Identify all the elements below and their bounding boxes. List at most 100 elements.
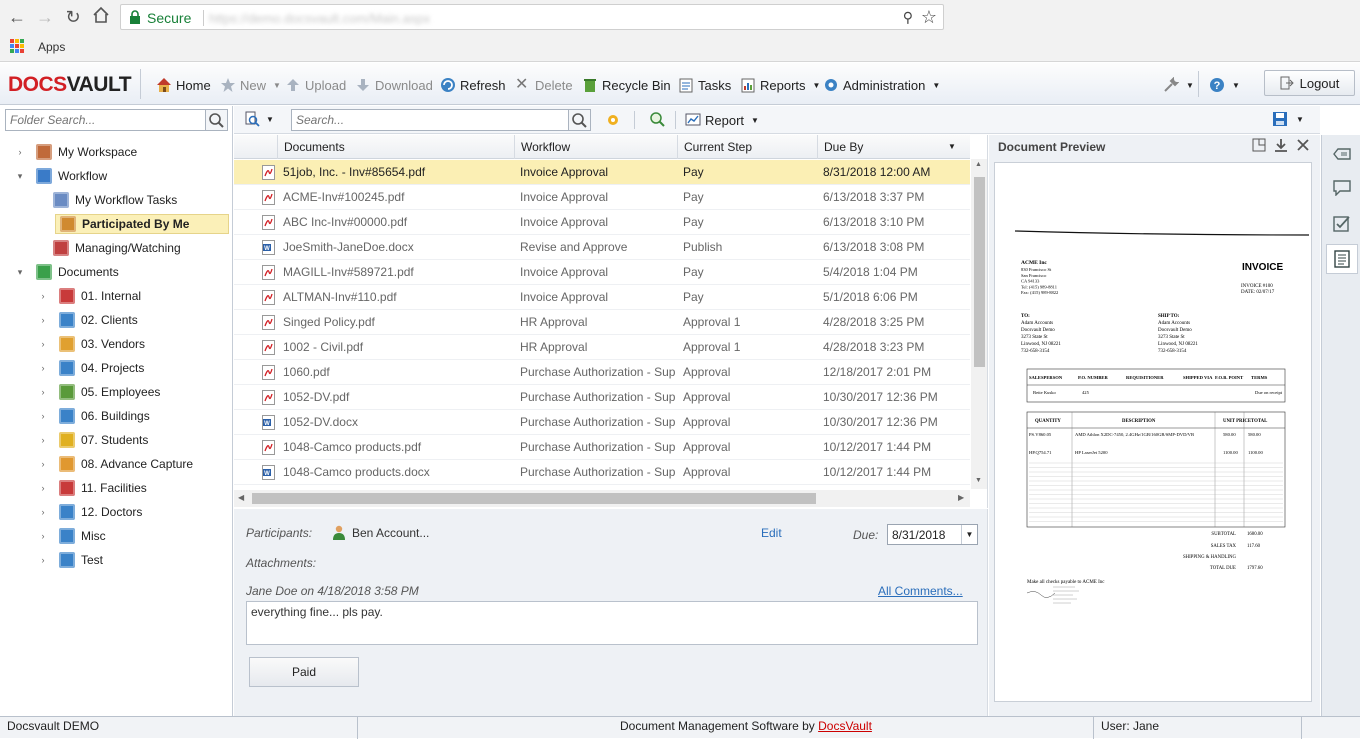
scroll-up-icon[interactable]: ▲	[975, 161, 982, 168]
table-row[interactable]: W 1052-DV.docx Purchase Authorization - Su…	[234, 410, 970, 435]
document-search-button[interactable]	[568, 110, 590, 130]
vertical-scroll-thumb[interactable]	[974, 177, 985, 367]
apps-grid-icon[interactable]	[10, 39, 24, 53]
tree-item[interactable]: › Test	[37, 550, 103, 570]
tree-item[interactable]: › 07. Students	[37, 430, 148, 450]
chevron-right-icon[interactable]: ›	[37, 339, 49, 349]
tree-item[interactable]: › 06. Buildings	[37, 406, 150, 426]
url-text[interactable]: https://demo.docsvault.com/Main.aspx	[209, 11, 430, 26]
table-row[interactable]: ACME-Inv#100245.pdf Invoice Approval Pay 6/…	[234, 185, 970, 210]
preview-tab[interactable]	[1326, 244, 1358, 274]
table-row[interactable]: MAGILL-Inv#589721.pdf Invoice Approval Pay…	[234, 260, 970, 285]
column-documents[interactable]: Documents	[277, 135, 514, 159]
due-date-dropdown-icon[interactable]: ▼	[961, 525, 977, 544]
reports-menu[interactable]: Reports ▼	[740, 76, 820, 94]
search-options-button[interactable]: ▼	[244, 111, 274, 127]
key-icon[interactable]: ⚲	[903, 9, 913, 26]
chevron-right-icon[interactable]: ›	[37, 387, 49, 397]
horizontal-scroll-thumb[interactable]	[252, 493, 816, 504]
home-button[interactable]: Home	[156, 76, 211, 94]
chevron-right-icon[interactable]: ›	[37, 411, 49, 421]
zoom-search-icon[interactable]	[649, 111, 665, 128]
tree-item[interactable]: › 02. Clients	[37, 310, 138, 330]
chevron-down-icon[interactable]: ▾	[14, 171, 26, 182]
tasks-tab[interactable]	[1326, 209, 1358, 239]
table-row[interactable]: Singed Policy.pdf HR Approval Approval 1 4/…	[234, 310, 970, 335]
table-row[interactable]: 51job, Inc. - Inv#85654.pdf Invoice Appro…	[234, 160, 970, 185]
chevron-right-icon[interactable]: ›	[37, 459, 49, 469]
tasks-button[interactable]: Tasks	[678, 76, 731, 94]
column-menu-caret-icon[interactable]: ▼	[948, 135, 956, 159]
properties-tab[interactable]	[1326, 139, 1358, 169]
tree-item[interactable]: Participated By Me	[55, 214, 229, 234]
new-button[interactable]: New ▼	[220, 76, 281, 94]
table-row[interactable]: ABC Inc-Inv#00000.pdf Invoice Approval Pay…	[234, 210, 970, 235]
reload-icon[interactable]: ↻	[62, 6, 84, 28]
table-row[interactable]: ALTMAN-Inv#110.pdf Invoice Approval Pay 5/1…	[234, 285, 970, 310]
close-icon[interactable]	[1296, 138, 1310, 152]
tree-item[interactable]: › 01. Internal	[37, 286, 141, 306]
chevron-right-icon[interactable]: ›	[37, 363, 49, 373]
tree-item[interactable]: ▾ Documents	[14, 262, 119, 282]
tree-item[interactable]: › 12. Doctors	[37, 502, 142, 522]
tree-item[interactable]: › 04. Projects	[37, 358, 144, 378]
tree-item[interactable]: › Misc	[37, 526, 106, 546]
chevron-right-icon[interactable]: ›	[37, 507, 49, 517]
tree-item[interactable]: Managing/Watching	[37, 238, 181, 258]
delete-button[interactable]: ✕ Delete	[515, 76, 573, 94]
column-workflow[interactable]: Workflow	[514, 135, 677, 159]
document-search-input[interactable]	[292, 110, 568, 130]
logout-button[interactable]: Logout	[1264, 70, 1355, 96]
participant-name[interactable]: Ben Account...	[352, 526, 429, 540]
recycle-bin-button[interactable]: Recycle Bin	[582, 76, 671, 94]
chevron-right-icon[interactable]: ›	[37, 435, 49, 445]
table-row[interactable]: 1060.pdf Purchase Authorization - Sup Appr…	[234, 360, 970, 385]
chevron-right-icon[interactable]: ›	[37, 531, 49, 541]
folder-search[interactable]	[5, 109, 228, 131]
chevron-right-icon[interactable]: ›	[37, 291, 49, 301]
tree-item[interactable]: ▾ Workflow	[14, 166, 107, 186]
download-button[interactable]: Download	[355, 76, 433, 94]
comment-textarea[interactable]: everything fine... pls pay.	[246, 601, 978, 645]
document-search[interactable]	[291, 109, 591, 131]
chevron-down-icon[interactable]: ▾	[14, 267, 26, 278]
edit-participants-link[interactable]: Edit	[761, 526, 782, 540]
tree-item[interactable]: › 11. Facilities	[37, 478, 147, 498]
scroll-left-icon[interactable]: ◀	[238, 493, 244, 502]
table-row[interactable]: 1052-DV.pdf Purchase Authorization - Sup A…	[234, 385, 970, 410]
bookmark-star-icon[interactable]: ☆	[921, 7, 937, 28]
save-menu[interactable]: ▼	[1272, 111, 1304, 127]
docsvault-link[interactable]: DocsVault	[818, 719, 872, 733]
table-row[interactable]: W 1048-Camco products.docx Purchase Author…	[234, 460, 970, 485]
folder-search-button[interactable]	[205, 110, 227, 130]
forward-icon[interactable]: →	[34, 6, 56, 28]
table-row[interactable]: 1048-Camco products.pdf Purchase Authoriz…	[234, 435, 970, 460]
administration-menu[interactable]: Administration ▼	[823, 76, 940, 94]
upload-button[interactable]: Upload	[285, 76, 346, 94]
chevron-right-icon[interactable]: ›	[14, 147, 26, 157]
tools-menu[interactable]: ▼	[1163, 76, 1194, 94]
address-bar[interactable]: Secure https://demo.docsvault.com/Main.a…	[120, 4, 944, 30]
back-icon[interactable]: ←	[6, 6, 28, 28]
tree-item[interactable]: › 05. Employees	[37, 382, 160, 402]
scroll-right-icon[interactable]: ▶	[958, 493, 964, 502]
table-row[interactable]: 1002 - Civil.pdf HR Approval Approval 1 4/2…	[234, 335, 970, 360]
column-current-step[interactable]: Current Step	[677, 135, 817, 159]
all-comments-link[interactable]: All Comments...	[878, 584, 963, 598]
tree-item[interactable]: › 08. Advance Capture	[37, 454, 193, 474]
folder-search-input[interactable]	[6, 110, 206, 130]
due-date-input[interactable]: 8/31/2018 ▼	[887, 524, 978, 545]
invoice-preview-page[interactable]: INVOICE ACME Inc 830 Francisco St San Fra…	[994, 162, 1312, 702]
tree-item[interactable]: › 03. Vendors	[37, 334, 145, 354]
refresh-button[interactable]: Refresh	[440, 76, 506, 94]
tree-item[interactable]: › My Workspace	[14, 142, 137, 162]
settings-sun-icon[interactable]	[605, 112, 621, 128]
apps-label[interactable]: Apps	[38, 40, 65, 54]
home-icon[interactable]	[90, 6, 112, 28]
scroll-down-icon[interactable]: ▼	[975, 477, 982, 484]
paid-button[interactable]: Paid	[249, 657, 359, 687]
comments-tab[interactable]	[1326, 173, 1358, 203]
tree-item[interactable]: My Workflow Tasks	[37, 190, 177, 210]
table-row[interactable]: W JoeSmith-JaneDoe.docx Revise and Approve…	[234, 235, 970, 260]
vertical-scrollbar[interactable]: ▲ ▼	[971, 159, 987, 489]
